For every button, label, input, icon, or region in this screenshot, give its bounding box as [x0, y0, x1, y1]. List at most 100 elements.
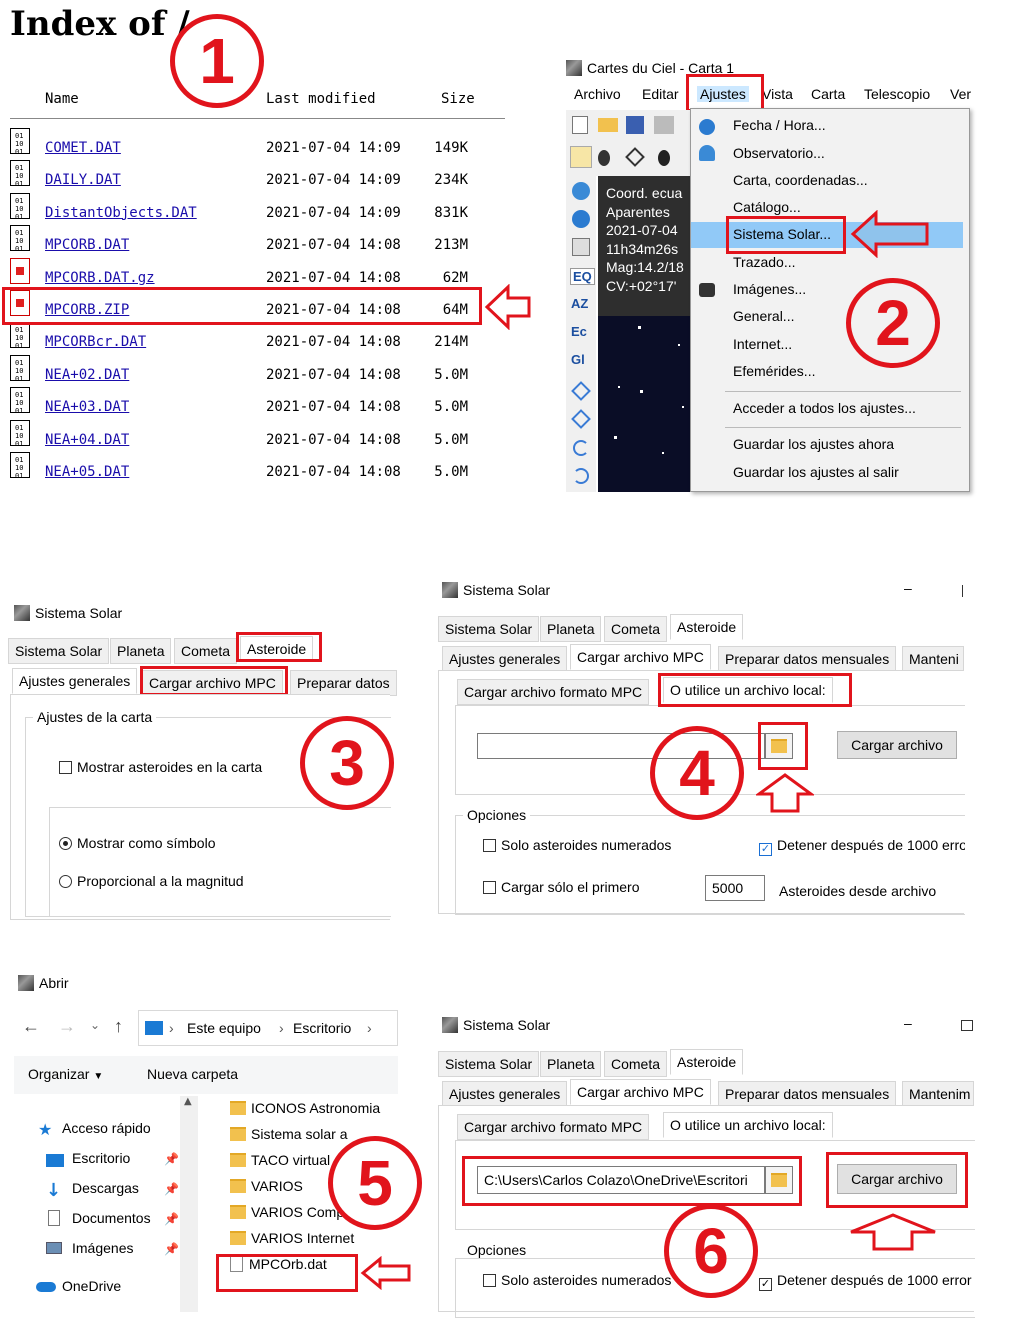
subsubtab-formato-mpc[interactable]: Cargar archivo formato MPC — [457, 1114, 650, 1140]
tab-cometa[interactable]: Cometa — [604, 1051, 668, 1077]
menu-editar[interactable]: Editar — [642, 86, 679, 102]
folder-item[interactable]: VARIOS Comp — [230, 1204, 344, 1220]
menu-ver[interactable]: Ver — [950, 86, 971, 102]
radio[interactable] — [59, 875, 72, 888]
numbered-only-checkbox[interactable]: Solo asteroides numerados — [483, 1272, 671, 1288]
file-link[interactable]: DAILY.DAT — [45, 172, 121, 188]
minimize-button[interactable]: – — [904, 580, 912, 596]
new-folder-button[interactable]: Nueva carpeta — [147, 1066, 238, 1082]
forward-icon[interactable]: → — [58, 1016, 76, 1037]
col-last-modified[interactable]: Last modified — [266, 91, 376, 107]
tool-icon[interactable] — [598, 150, 610, 166]
maximize-button[interactable] — [961, 1020, 973, 1031]
nav-escritorio[interactable]: Escritorio — [72, 1150, 130, 1166]
eq-tool[interactable]: EQ — [570, 268, 595, 285]
nav-onedrive[interactable]: OneDrive — [62, 1278, 121, 1294]
minimize-button[interactable]: – — [904, 1015, 912, 1031]
breadcrumb-escritorio[interactable]: Escritorio — [293, 1020, 351, 1036]
print-icon[interactable] — [654, 116, 674, 134]
subtab-ajustes-generales[interactable]: Ajustes generales — [442, 1081, 568, 1107]
menu-telescopio[interactable]: Telescopio — [864, 86, 930, 102]
scrollbar[interactable]: ▲ — [180, 1096, 198, 1312]
flip-v-icon[interactable] — [571, 409, 591, 429]
menu-vista[interactable]: Vista — [762, 86, 793, 102]
numbered-only-checkbox[interactable]: Solo asteroides numerados — [483, 837, 671, 853]
tab-asteroide[interactable]: Asteroide — [670, 1049, 744, 1075]
subtab-preparar-datos[interactable]: Preparar datos mensuales — [718, 646, 897, 672]
radio[interactable] — [59, 837, 72, 850]
menu-archivo[interactable]: Archivo — [574, 86, 621, 102]
menu-item[interactable]: Fecha / Hora... — [691, 113, 963, 139]
subtab-mantenimiento[interactable]: Manteni — [902, 646, 964, 672]
nav-imagenes[interactable]: Imágenes — [72, 1240, 133, 1256]
file-link[interactable]: NEA+03.DAT — [45, 399, 129, 415]
tab-sistema-solar[interactable]: Sistema Solar — [438, 1051, 540, 1077]
organize-button[interactable]: Organizar ▼ — [28, 1066, 103, 1082]
stop-after-checkbox[interactable]: ✓ Detener después de 1000 error — [759, 1272, 975, 1291]
tab-planeta[interactable]: Planeta — [540, 616, 602, 642]
file-link[interactable]: NEA+05.DAT — [45, 464, 129, 480]
subtab-ajustes-generales[interactable]: Ajustes generales — [12, 668, 138, 694]
az-tool[interactable]: AZ — [571, 296, 588, 311]
folder-item[interactable]: ICONOS Astronomia — [230, 1100, 380, 1116]
tab-planeta[interactable]: Planeta — [110, 638, 172, 664]
file-link[interactable]: NEA+04.DAT — [45, 432, 129, 448]
menu-carta[interactable]: Carta — [811, 86, 845, 102]
calendar-icon[interactable] — [572, 238, 590, 256]
tab-asteroide[interactable]: Asteroide — [670, 614, 744, 640]
checkbox[interactable] — [483, 839, 496, 852]
back-icon[interactable]: ← — [22, 1016, 40, 1037]
col-name[interactable]: Name — [45, 91, 79, 107]
file-link[interactable]: COMET.DAT — [45, 140, 121, 156]
file-link[interactable]: DistantObjects.DAT — [45, 205, 197, 221]
subtab-preparar-datos[interactable]: Preparar datos — [290, 670, 397, 696]
col-size[interactable]: Size — [441, 91, 475, 107]
open-icon[interactable] — [598, 118, 618, 132]
tool3-icon[interactable] — [658, 150, 670, 166]
checkbox-checked[interactable]: ✓ — [759, 1278, 772, 1291]
chevron-down-icon[interactable]: ⌄ — [90, 1018, 100, 1032]
new-icon[interactable] — [572, 116, 588, 134]
subtab-preparar-datos[interactable]: Preparar datos mensuales — [718, 1081, 897, 1107]
nav-descargas[interactable]: Descargas — [72, 1180, 139, 1196]
subtab-cargar-archivo-mpc[interactable]: Cargar archivo MPC — [570, 644, 711, 670]
folder-item[interactable]: TACO virtual — [230, 1152, 330, 1168]
rotate-ccw-icon[interactable] — [573, 468, 589, 484]
menu-item[interactable]: Observatorio... — [691, 141, 963, 167]
tab-planeta[interactable]: Planeta — [540, 1051, 602, 1077]
menu-item[interactable]: Carta, coordenadas... — [691, 168, 963, 194]
address-bar[interactable]: › Este equipo › Escritorio › — [138, 1010, 398, 1046]
menu-item[interactable]: Efemérides... — [691, 359, 963, 385]
tab-cometa[interactable]: Cometa — [174, 638, 238, 664]
nav-acceso-rapido[interactable]: Acceso rápido — [62, 1120, 151, 1136]
clock-icon[interactable] — [572, 210, 590, 228]
checkbox[interactable] — [483, 881, 496, 894]
breadcrumb-este-equipo[interactable]: Este equipo — [187, 1020, 261, 1036]
file-link[interactable]: MPCORB.DAT.gz — [45, 270, 155, 286]
subtab-ajustes-generales[interactable]: Ajustes generales — [442, 646, 568, 672]
checkbox[interactable] — [483, 1274, 496, 1287]
load-first-checkbox[interactable]: Cargar sólo el primero — [483, 879, 640, 895]
gl-tool[interactable]: Gl — [571, 352, 585, 367]
file-link[interactable]: MPCORBcr.DAT — [45, 334, 146, 350]
up-icon[interactable]: ↑ — [114, 1016, 123, 1037]
radio-magnitude[interactable]: Proporcional a la magnitud — [59, 873, 244, 889]
folder-item[interactable]: VARIOS Internet — [230, 1230, 354, 1246]
tab-sistema-solar[interactable]: Sistema Solar — [438, 616, 540, 642]
flip-h-icon[interactable] — [571, 381, 591, 401]
menu-item[interactable]: Acceder a todos los ajustes... — [691, 396, 963, 422]
tool2-icon[interactable] — [625, 147, 645, 167]
star-icon[interactable] — [570, 146, 592, 168]
scroll-up-icon[interactable]: ▲ — [184, 1096, 192, 1107]
sky-map[interactable]: Coord. ecua Aparentes 2021-07-04 11h34m26s M… — [598, 176, 692, 492]
subtab-cargar-archivo-mpc[interactable]: Cargar archivo MPC — [570, 1079, 711, 1105]
subsubtab-formato-mpc[interactable]: Cargar archivo formato MPC — [457, 679, 650, 705]
file-link[interactable]: MPCORB.DAT — [45, 237, 129, 253]
radio-symbol[interactable]: Mostrar como símbolo — [59, 835, 215, 851]
show-asteroids-checkbox[interactable]: Mostrar asteroides en la carta — [59, 759, 262, 775]
checkbox[interactable] — [59, 761, 72, 774]
stop-after-checkbox[interactable]: ✓ Detener después de 1000 erro — [759, 837, 965, 856]
globe-icon[interactable] — [572, 182, 590, 200]
rotate-cw-icon[interactable] — [573, 440, 589, 456]
nav-documentos[interactable]: Documentos — [72, 1210, 151, 1226]
